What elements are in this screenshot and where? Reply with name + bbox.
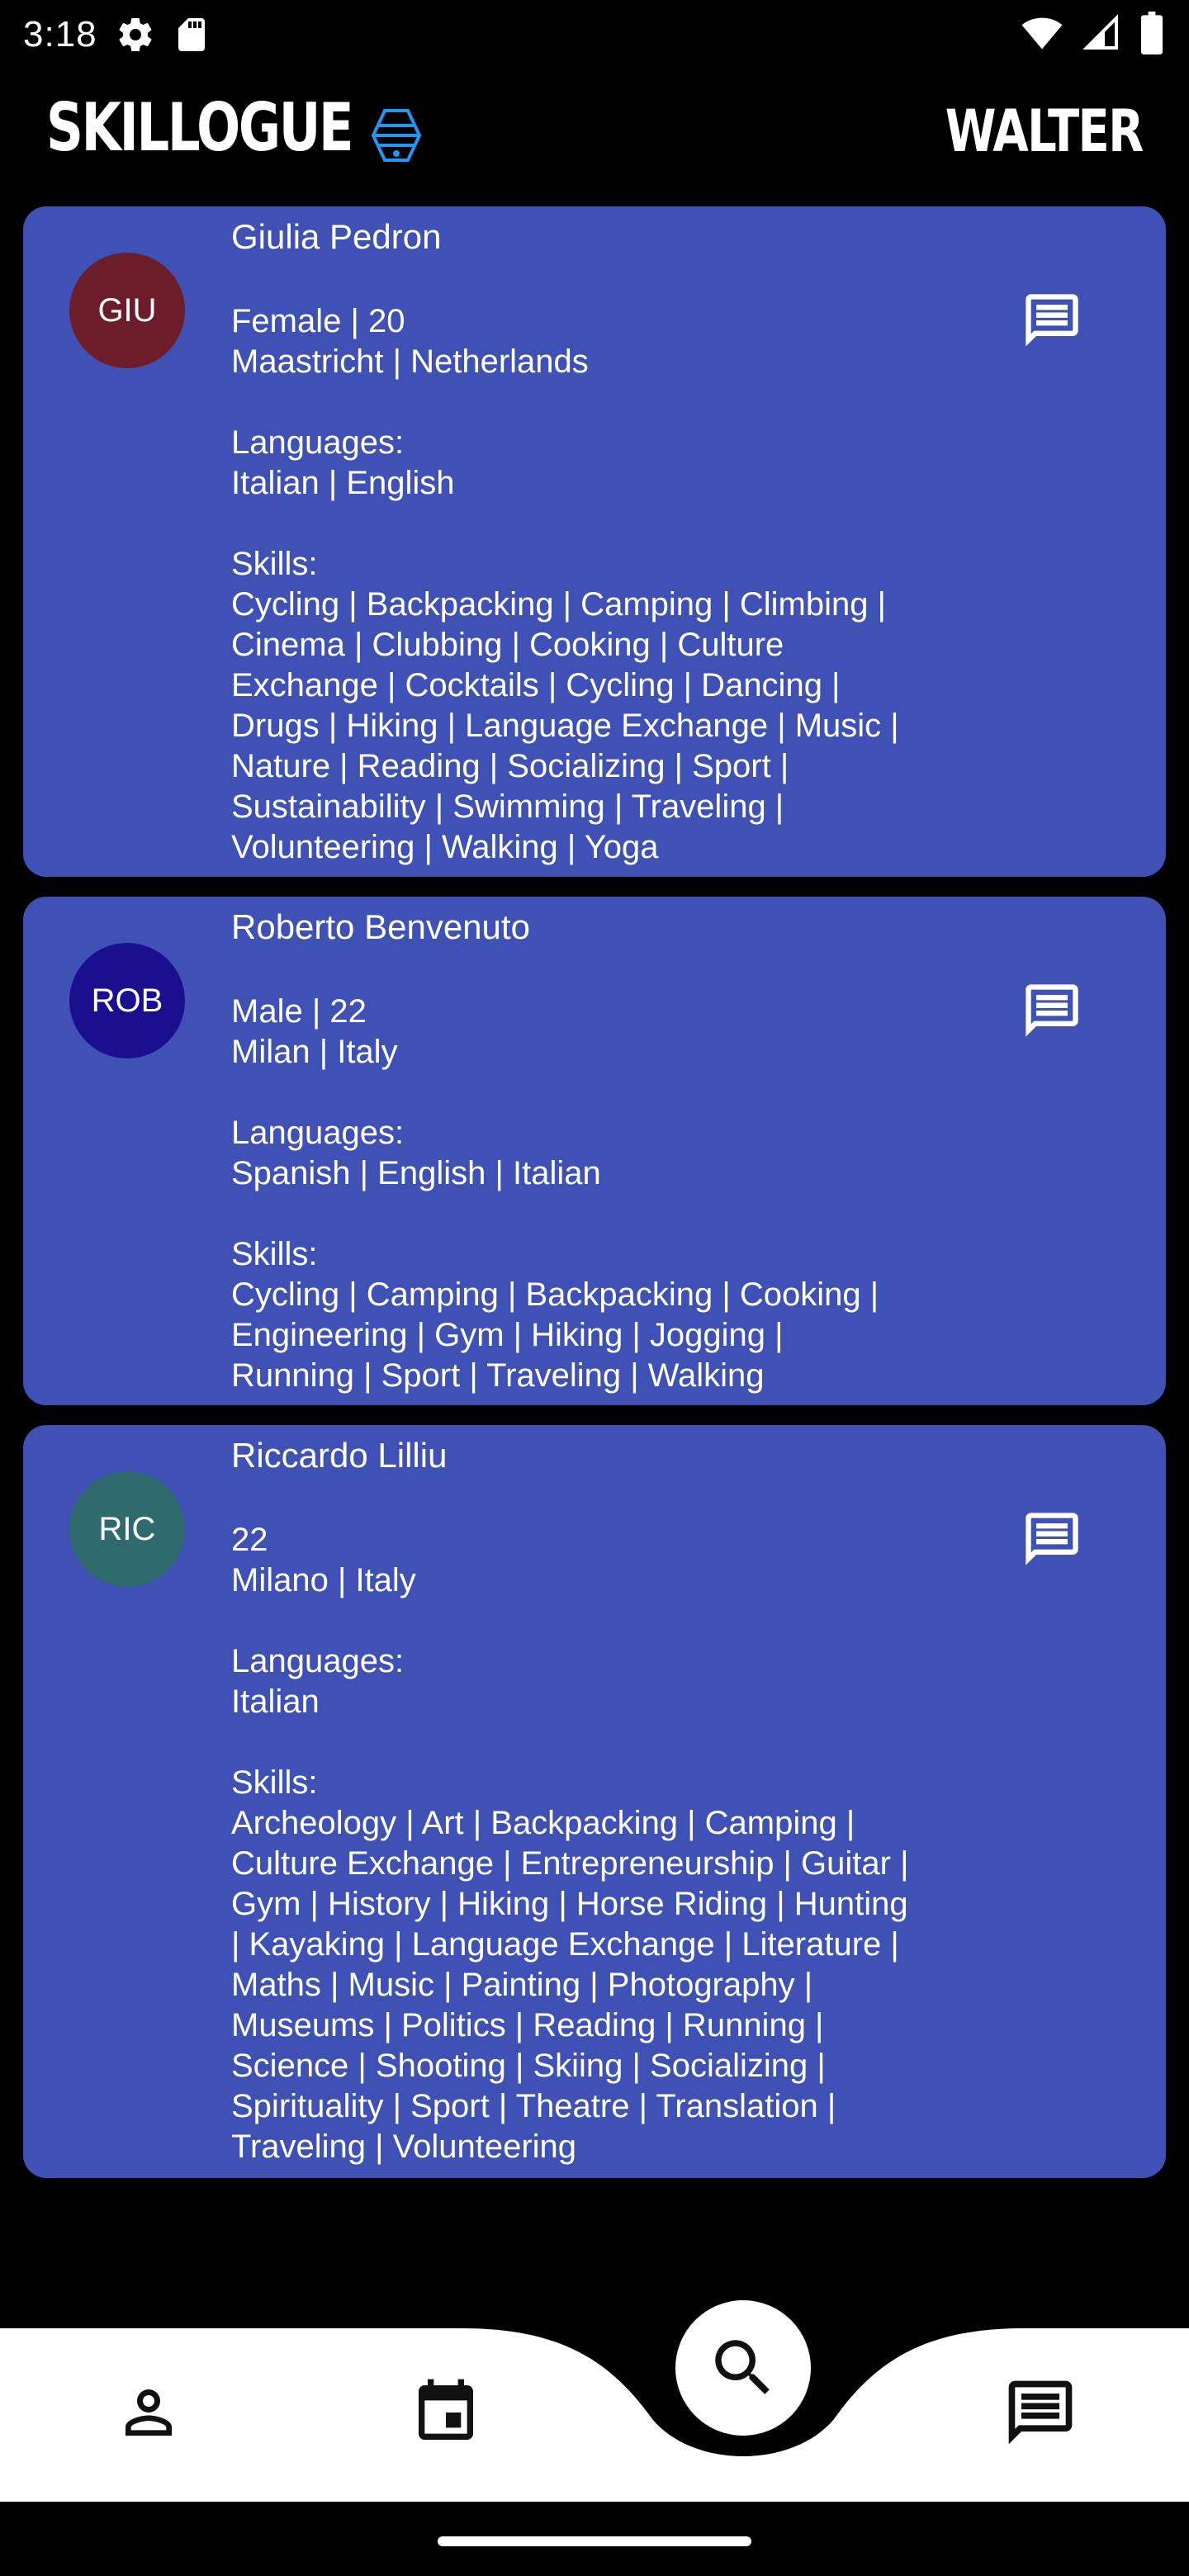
nav-profile[interactable] (107, 2371, 190, 2454)
skills-line: Nature | Reading | Socializing | Sport | (231, 748, 789, 784)
profile-demographics: Female | 20 (231, 303, 405, 339)
message-button[interactable] (1021, 1508, 1083, 1570)
profile-name: Riccardo Lilliu (231, 1436, 448, 1475)
avatar: ROB (69, 943, 185, 1058)
avatar: RIC (69, 1471, 185, 1587)
profile-card[interactable]: RIC Riccardo Lilliu 22 Milano | Italy La… (23, 1425, 1166, 2178)
skills-line: Museums | Politics | Reading | Running | (231, 2007, 824, 2043)
languages-label: Languages: (231, 1643, 405, 1679)
app-title: SKILLOGUE (46, 89, 354, 166)
profile-name: Giulia Pedron (231, 217, 442, 256)
profile-card[interactable]: ROB Roberto Benvenuto Male | 22 Milan | … (23, 897, 1166, 1405)
home-indicator[interactable] (438, 2536, 751, 2546)
profile-name: Roberto Benvenuto (231, 907, 530, 946)
nav-calendar[interactable] (405, 2371, 487, 2454)
avatar-initials: ROB (91, 982, 163, 1019)
chat-icon (1008, 2380, 1073, 2445)
search-button[interactable] (675, 2300, 811, 2436)
message-icon (1026, 1513, 1078, 1565)
skills-line: Drugs | Hiking | Language Exchange | Mus… (231, 708, 899, 744)
hive-logo-icon (370, 107, 423, 168)
search-icon (715, 2340, 770, 2394)
nav-chat[interactable] (999, 2371, 1082, 2454)
skills-line: Gym | History | Hiking | Horse Riding | … (231, 1886, 908, 1922)
skills-line: Cycling | Camping | Backpacking | Cookin… (231, 1276, 879, 1313)
skills-line: Archeology | Art | Backpacking | Camping… (231, 1805, 855, 1841)
message-icon (1026, 294, 1078, 347)
skills-line: Traveling | Volunteering (231, 2129, 577, 2165)
skills-label: Skills: (231, 1764, 318, 1801)
message-button[interactable] (1021, 979, 1083, 1042)
sd-card-icon (173, 15, 210, 54)
profile-languages: Italian (231, 1683, 320, 1720)
skills-line: Exchange | Cocktails | Cycling | Dancing… (231, 667, 841, 703)
skills-line: Sustainability | Swimming | Traveling | (231, 788, 784, 825)
profile-location: Milano | Italy (231, 1562, 416, 1598)
wifi-icon (1021, 12, 1063, 59)
profile-demographics: 22 (231, 1522, 268, 1558)
status-time: 3:18 (23, 14, 97, 54)
signal-icon (1082, 13, 1121, 57)
avatar-initials: GIU (97, 291, 157, 329)
profile-details: Giulia Pedron Female | 20 Maastricht | N… (231, 213, 974, 868)
skills-line: Cinema | Clubbing | Cooking | Culture (231, 627, 784, 663)
skills-line: Spirituality | Sport | Theatre | Transla… (231, 2088, 836, 2124)
profile-icon (126, 2389, 172, 2436)
user-name[interactable]: WALTER (945, 97, 1144, 165)
avatar: GIU (69, 253, 185, 368)
skills-line: | Kayaking | Language Exchange | Literat… (231, 1926, 899, 1963)
skills-line: Cycling | Backpacking | Camping | Climbi… (231, 586, 886, 623)
profile-location: Milan | Italy (231, 1034, 398, 1070)
profile-location: Maastricht | Netherlands (231, 343, 589, 380)
calendar-icon (419, 2379, 473, 2440)
battery-icon (1139, 12, 1164, 59)
profile-languages: Spanish | English | Italian (231, 1155, 601, 1191)
languages-label: Languages: (231, 424, 405, 461)
settings-icon (116, 15, 155, 54)
screen: 3:18 SKILLOGUE WALTER GIU Giulia Pedron … (0, 0, 1189, 2576)
skills-line: Science | Shooting | Skiing | Socializin… (231, 2048, 826, 2084)
profile-details: Roberto Benvenuto Male | 22 Milan | Ital… (231, 903, 974, 1396)
profile-demographics: Male | 22 (231, 993, 367, 1030)
message-icon (1026, 984, 1078, 1037)
skills-label: Skills: (231, 546, 318, 582)
bottom-navigation (0, 2300, 1189, 2502)
skills-line: Volunteering | Walking | Yoga (231, 829, 659, 865)
languages-label: Languages: (231, 1115, 405, 1151)
skills-line: Culture Exchange | Entrepreneurship | Gu… (231, 1845, 909, 1882)
message-button[interactable] (1021, 289, 1083, 352)
skills-line: Running | Sport | Traveling | Walking (231, 1357, 765, 1394)
profile-details: Riccardo Lilliu 22 Milano | Italy Langua… (231, 1432, 974, 2167)
skills-line: Engineering | Gym | Hiking | Jogging | (231, 1317, 784, 1353)
avatar-initials: RIC (98, 1510, 156, 1547)
app-bar: SKILLOGUE WALTER (0, 83, 1189, 190)
skills-label: Skills: (231, 1236, 318, 1272)
profile-card[interactable]: GIU Giulia Pedron Female | 20 Maastricht… (23, 206, 1166, 877)
status-bar: 3:18 (0, 0, 1189, 69)
profile-languages: Italian | English (231, 465, 455, 501)
skills-line: Maths | Music | Painting | Photography | (231, 1967, 813, 2003)
